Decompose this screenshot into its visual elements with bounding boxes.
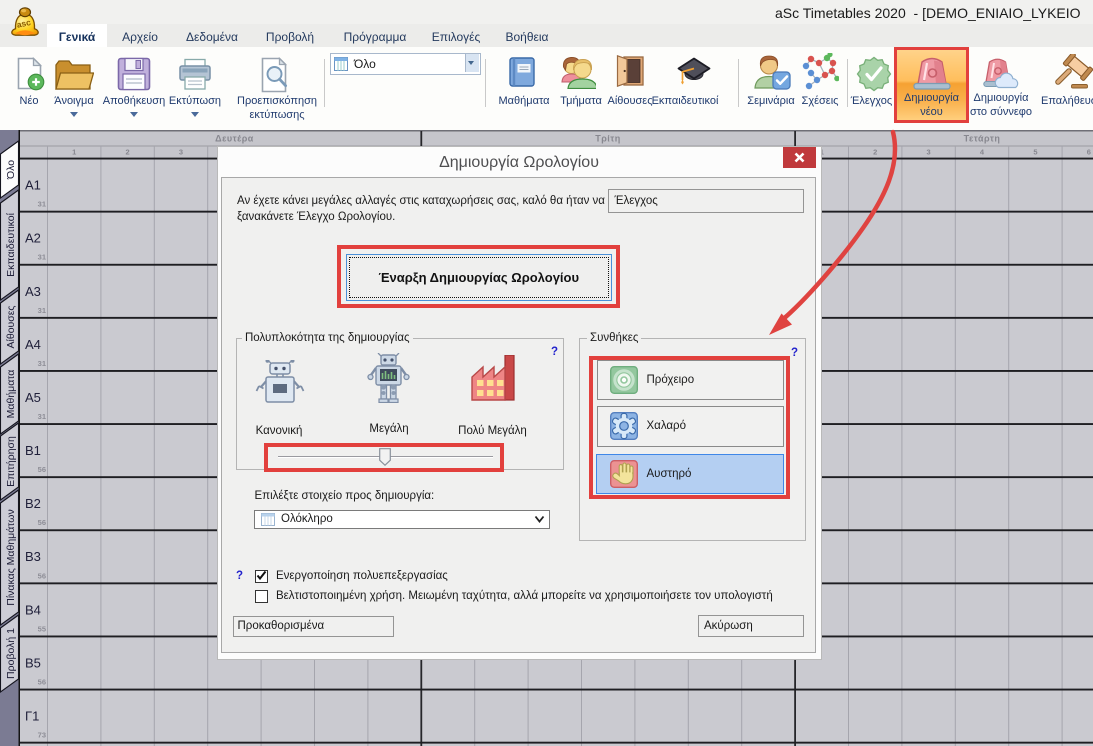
svg-text:3: 3	[927, 148, 931, 157]
svg-text:6: 6	[1087, 148, 1091, 157]
svg-text:A1: A1	[25, 178, 41, 193]
svg-text:B4: B4	[25, 602, 41, 617]
svg-text:A3: A3	[25, 284, 41, 299]
svg-text:Γ1: Γ1	[25, 709, 39, 724]
svg-text:Όλο: Όλο	[5, 160, 17, 180]
svg-text:A5: A5	[25, 390, 41, 405]
svg-text:A4: A4	[25, 337, 41, 352]
svg-text:Προβολή 1: Προβολή 1	[5, 628, 17, 679]
svg-text:Τετάρτη: Τετάρτη	[964, 134, 1001, 144]
svg-text:56: 56	[38, 571, 46, 580]
svg-text:55: 55	[38, 624, 46, 633]
svg-text:31: 31	[38, 200, 46, 209]
svg-text:56: 56	[38, 465, 46, 474]
svg-text:Δευτέρα: Δευτέρα	[215, 134, 254, 144]
svg-text:B5: B5	[25, 656, 41, 671]
svg-text:2: 2	[126, 148, 130, 157]
svg-text:Αίθουσες: Αίθουσες	[5, 306, 17, 349]
svg-text:73: 73	[38, 731, 46, 740]
svg-text:56: 56	[38, 678, 46, 687]
svg-text:A2: A2	[25, 231, 41, 246]
svg-text:2: 2	[873, 148, 877, 157]
svg-text:31: 31	[38, 412, 46, 421]
svg-text:56: 56	[38, 518, 46, 527]
svg-text:31: 31	[38, 359, 46, 368]
svg-text:Επιτήρηση: Επιτήρηση	[5, 436, 17, 487]
svg-text:3: 3	[179, 148, 183, 157]
svg-text:5: 5	[1033, 148, 1037, 157]
svg-text:Πίνακας Μαθημάτων: Πίνακας Μαθημάτων	[5, 509, 17, 605]
svg-text:B3: B3	[25, 549, 41, 564]
svg-text:Μαθήματα: Μαθήματα	[5, 370, 17, 419]
svg-text:B2: B2	[25, 496, 41, 511]
svg-text:Τρίτη: Τρίτη	[595, 134, 621, 144]
svg-text:31: 31	[38, 253, 46, 262]
svg-text:B1: B1	[25, 443, 41, 458]
svg-text:31: 31	[38, 306, 46, 315]
svg-text:Εκπαιδευτικοί: Εκπαιδευτικοί	[5, 212, 17, 276]
svg-text:1: 1	[72, 148, 76, 157]
